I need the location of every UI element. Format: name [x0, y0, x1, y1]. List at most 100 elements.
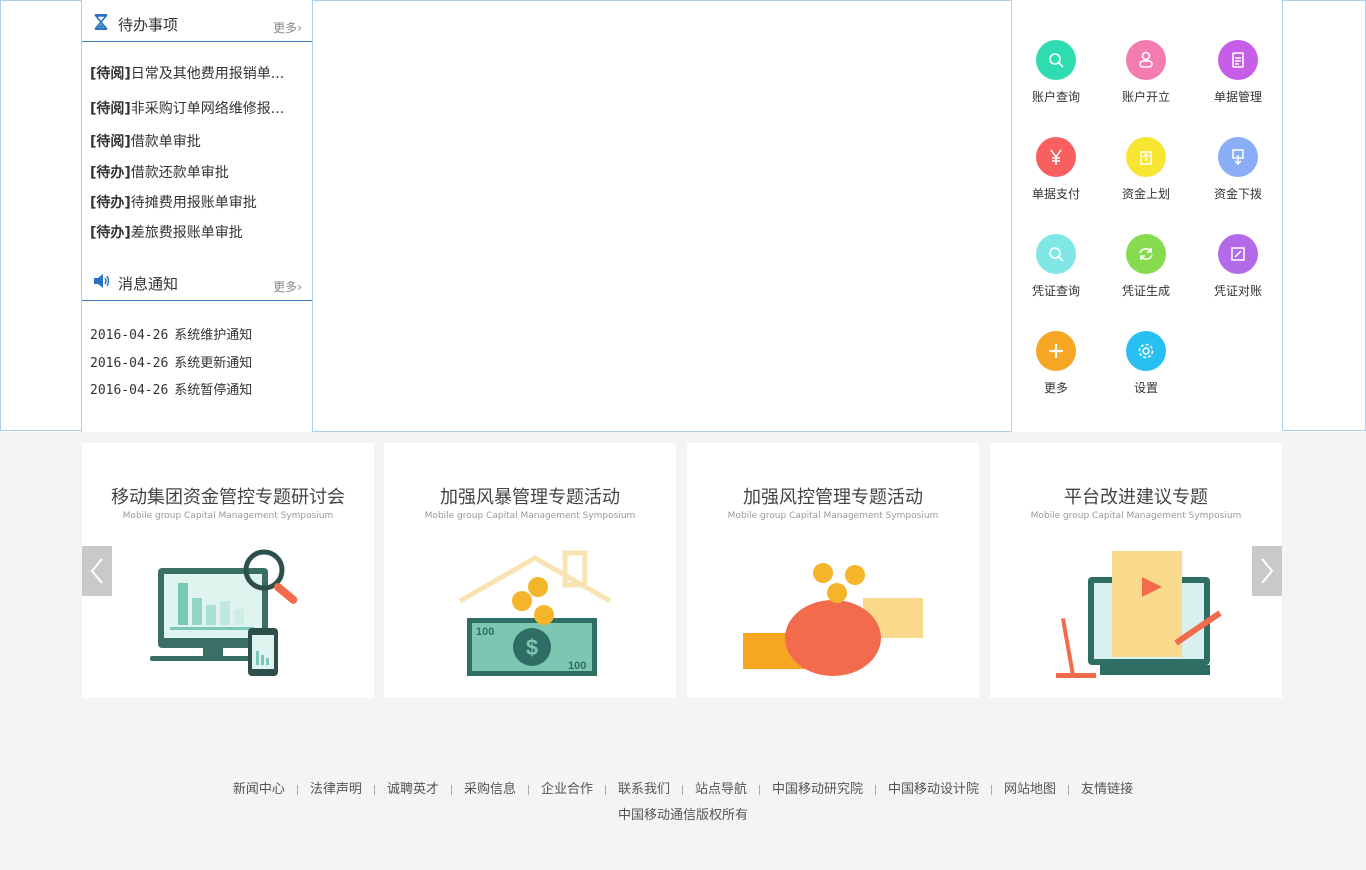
app-label: 设置 — [1133, 381, 1158, 395]
app-circle — [1126, 331, 1166, 371]
chevron-right-icon: › — [297, 280, 302, 294]
carousel-next-button[interactable] — [1252, 546, 1282, 596]
computer-analytics-illustration — [150, 549, 298, 676]
notice-item[interactable]: 2016-04-26 系统暂停通知 — [90, 379, 252, 398]
footer-separator — [527, 784, 529, 795]
footer-link[interactable]: 中国移动研究院 — [772, 782, 863, 797]
house-money-illustration: $ 100 100 — [458, 550, 612, 676]
topic-card[interactable]: 移动集团资金管控专题研讨会 Mobile group Capital Manag… — [82, 443, 374, 698]
app-circle — [1218, 234, 1258, 274]
app-label: 更多 — [1043, 381, 1068, 395]
footer-separator — [296, 784, 298, 795]
card-subtitle: Mobile group Capital Management Symposiu… — [122, 511, 334, 521]
app-upload[interactable]: 资金上划 — [1106, 137, 1186, 202]
report-desk-illustration — [1056, 551, 1222, 678]
app-label: 账户开立 — [1121, 90, 1170, 104]
app-circle — [1218, 137, 1258, 177]
app-voucher-search[interactable]: 凭证查询 — [1016, 234, 1096, 299]
card-title: 移动集团资金管控专题研讨会 — [111, 487, 345, 508]
topic-card[interactable]: 加强风控管理专题活动 Mobile group Capital Manageme… — [687, 443, 979, 698]
footer-link[interactable]: 企业合作 — [541, 782, 593, 797]
todo-tag: [待办] — [90, 195, 131, 211]
chevron-right-icon — [1261, 558, 1274, 584]
reconcile-icon — [1231, 247, 1245, 261]
upload-icon — [1140, 151, 1152, 165]
app-circle — [1036, 137, 1076, 177]
copyright: 中国移动通信版权所有 — [617, 808, 748, 823]
topic-card[interactable]: 加强风暴管理专题活动 Mobile group Capital Manageme… — [384, 443, 676, 698]
app-circle — [1126, 40, 1166, 80]
todo-item[interactable]: [待办]借款还款单审批 — [90, 162, 229, 182]
todo-header: 待办事项 更多› — [82, 0, 312, 42]
app-gear[interactable]: 设置 — [1106, 331, 1186, 396]
footer-link[interactable]: 中国移动设计院 — [888, 782, 979, 797]
app-user-add[interactable]: 账户开立 — [1106, 40, 1186, 105]
todo-text: 差旅费报账单审批 — [130, 225, 243, 241]
document-icon — [1232, 52, 1244, 68]
footer-separator — [759, 784, 761, 795]
gear-icon — [1138, 343, 1154, 359]
footer-link[interactable]: 法律声明 — [310, 782, 362, 797]
footer-separator — [1068, 784, 1070, 795]
todo-title: 待办事项 — [118, 16, 179, 34]
notice-more-link[interactable]: 更多› — [273, 278, 302, 295]
app-label: 凭证对账 — [1213, 284, 1262, 298]
notice-item[interactable]: 2016-04-26 系统维护通知 — [90, 324, 252, 343]
app-yen[interactable]: 单据支付 — [1016, 137, 1096, 202]
footer-link[interactable]: 友情链接 — [1081, 782, 1133, 797]
notice-text: 系统维护通知 — [174, 328, 253, 343]
speaker-icon — [94, 274, 110, 288]
card-title: 加强风控管理专题活动 — [743, 487, 923, 508]
todo-tag: [待办] — [90, 165, 131, 181]
card-subtitle: Mobile group Capital Management Symposiu… — [727, 511, 939, 521]
app-plus[interactable]: 更多 — [1016, 331, 1096, 396]
notice-date: 2016-04-26 — [90, 383, 169, 398]
carousel-prev-button[interactable] — [82, 546, 112, 596]
todo-tag: [待阅] — [90, 66, 131, 82]
user-add-icon — [1139, 51, 1153, 68]
app-label: 账户查询 — [1031, 90, 1080, 104]
footer-separator — [450, 784, 452, 795]
footer-link[interactable]: 站点导航 — [695, 782, 747, 797]
content-area — [312, 0, 1012, 432]
todo-item[interactable]: [待阅]非采购订单网络维修报... — [90, 98, 284, 118]
footer-separator — [682, 784, 683, 795]
app-search-account[interactable]: 账户查询 — [1016, 40, 1096, 105]
app-refresh[interactable]: 凭证生成 — [1106, 234, 1186, 299]
left-margin-frame — [0, 0, 82, 431]
todo-tag: [待阅] — [90, 134, 131, 150]
notice-header: 消息通知 更多› — [82, 259, 312, 301]
notice-title: 消息通知 — [118, 275, 179, 293]
todo-item[interactable]: [待办]待摊费用报账单审批 — [90, 192, 257, 212]
app-circle — [1218, 40, 1258, 80]
footer-link[interactable]: 联系我们 — [618, 782, 670, 797]
todo-item[interactable]: [待阅]借款单审批 — [90, 131, 201, 151]
todo-item[interactable]: [待阅]日常及其他费用报销单... — [90, 63, 284, 83]
topic-card[interactable]: 平台改进建议专题 Mobile group Capital Management… — [990, 443, 1282, 698]
todo-item[interactable]: [待办]差旅费报账单审批 — [90, 222, 243, 242]
footer-separator — [373, 784, 375, 795]
yen-icon — [1050, 149, 1062, 165]
notice-item[interactable]: 2016-04-26 系统更新通知 — [90, 352, 252, 371]
notice-text: 系统暂停通知 — [174, 383, 253, 398]
app-label: 资金下拨 — [1213, 187, 1262, 201]
refresh-icon — [1139, 248, 1153, 260]
footer-separator — [875, 784, 877, 795]
topic-carousel: 移动集团资金管控专题研讨会 Mobile group Capital Manag… — [82, 443, 1282, 698]
footer-link[interactable]: 网站地图 — [1004, 782, 1056, 797]
app-label: 资金上划 — [1121, 187, 1170, 201]
footer-link[interactable]: 诚聘英才 — [387, 782, 439, 797]
todo-text: 借款单审批 — [130, 134, 201, 150]
app-download[interactable]: 资金下拨 — [1198, 137, 1278, 202]
card-subtitle: Mobile group Capital Management Symposiu… — [1030, 511, 1242, 521]
footer-link[interactable]: 新闻中心 — [233, 782, 285, 797]
todo-more-link[interactable]: 更多› — [273, 19, 302, 36]
app-circle — [1126, 234, 1166, 274]
todo-text: 待摊费用报账单审批 — [130, 195, 257, 211]
app-label: 凭证生成 — [1121, 284, 1170, 298]
plus-icon — [1049, 344, 1063, 358]
app-reconcile[interactable]: 凭证对账 — [1198, 234, 1278, 299]
chevron-left-icon — [90, 558, 103, 584]
app-document[interactable]: 单据管理 — [1198, 40, 1278, 105]
footer-link[interactable]: 采购信息 — [464, 782, 516, 797]
